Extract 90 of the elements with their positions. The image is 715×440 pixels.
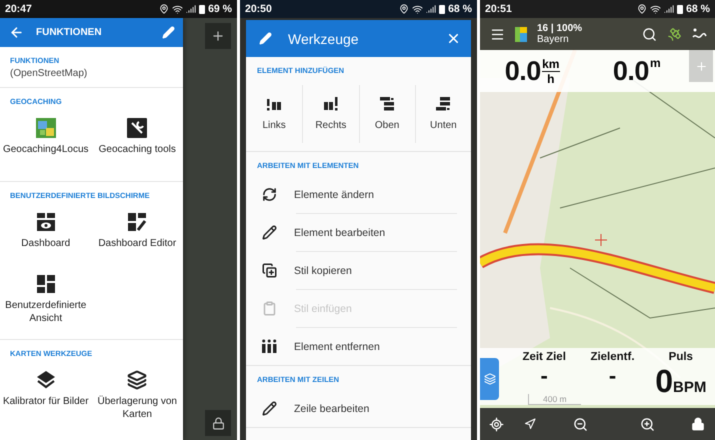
zoom-out-icon[interactable] (573, 416, 588, 432)
copy-icon (262, 263, 277, 278)
refresh-icon (262, 187, 277, 202)
add-element-button[interactable]: Links (246, 85, 302, 143)
lock-icon (212, 416, 224, 430)
battery-icon (677, 4, 684, 14)
lock-button[interactable] (205, 410, 231, 436)
add-element-button[interactable]: Oben (358, 85, 415, 143)
menu-item[interactable]: Element entfernen (246, 328, 471, 365)
pencil-icon (262, 225, 277, 240)
edit-icon[interactable] (162, 26, 175, 39)
altitude-unit: m (650, 56, 661, 70)
speed-unit-top: km (542, 58, 560, 70)
add-element-button[interactable]: Rechts (302, 85, 358, 143)
app-bar-title: FUNKTIONEN (36, 27, 103, 38)
status-time: 20:47 (5, 3, 32, 15)
dashboard-value: 0 (655, 364, 674, 400)
function-item[interactable]: Dashboard (0, 208, 92, 270)
battery-icon (439, 4, 446, 14)
plus-icon (694, 60, 708, 72)
zoom-info: 16 | 100% (537, 22, 584, 34)
menu-item[interactable]: Elemente ändern (246, 176, 471, 213)
add-element-button[interactable]: Unten (414, 85, 471, 143)
right-bar-icon (324, 97, 338, 111)
location-icon (637, 4, 648, 14)
plus-button[interactable] (205, 23, 231, 49)
menu-icon[interactable] (490, 26, 505, 42)
battery-percent: 68 % (686, 3, 710, 15)
map-app-icon (36, 118, 56, 138)
menu-item[interactable]: Stil kopieren (246, 252, 471, 289)
wifi-icon (172, 4, 184, 14)
signal-icon (186, 4, 196, 14)
dashboard-icon (36, 212, 56, 232)
dialog-title: Werkzeuge (288, 30, 360, 46)
bottom-bar-icon (436, 97, 450, 111)
speed-unit-bottom: h (547, 72, 554, 84)
signal-icon (664, 4, 674, 14)
plus-icon (211, 29, 225, 43)
layers-button[interactable] (480, 358, 499, 400)
speed-value: 0.0 (504, 56, 541, 86)
function-item[interactable]: Kalibrator für Bilder (0, 366, 92, 428)
battery-percent: 69 % (208, 3, 232, 15)
gps-icon[interactable] (489, 416, 504, 432)
section-text: (OpenStreetMap) (9, 67, 88, 79)
wrench-icon (127, 118, 148, 138)
satellite-icon[interactable] (667, 26, 682, 42)
layers-icon (36, 370, 56, 390)
function-item[interactable]: Dashboard Editor (92, 208, 183, 270)
location-icon (399, 4, 410, 14)
status-time: 20:50 (245, 3, 272, 15)
wifi-icon (650, 4, 662, 14)
function-item[interactable]: Überlagerung von Karten (92, 366, 183, 428)
top-bar-icon (380, 97, 394, 111)
dashboard-label: Zielentf. (590, 351, 635, 363)
bars-icon (262, 339, 277, 354)
dashboard-label: Zeit Ziel (522, 351, 566, 363)
lock-icon[interactable] (691, 417, 706, 431)
dashboard-unit: BPM (673, 379, 706, 396)
app-logo-icon (515, 26, 527, 42)
function-item[interactable]: Benutzerdefinierte Ansicht (0, 270, 92, 332)
clipboard-icon (262, 301, 277, 316)
battery-percent: 68 % (448, 3, 472, 15)
back-icon[interactable] (9, 25, 24, 40)
search-icon[interactable] (642, 26, 657, 42)
map-scale: 400 m (528, 394, 581, 405)
wifi-icon (412, 4, 424, 14)
dashboard-value: - (540, 364, 548, 388)
dashboard-value: - (608, 364, 616, 388)
region-name: Bayern (537, 34, 570, 46)
location-icon (159, 4, 170, 14)
pencil-icon (259, 32, 272, 45)
navigation-arrow-icon[interactable] (524, 418, 536, 430)
pencil-icon (262, 401, 277, 416)
signal-icon (426, 4, 436, 14)
battery-icon (199, 4, 206, 14)
layers-icon (484, 373, 496, 385)
menu-item[interactable]: Element bearbeiten (246, 214, 471, 251)
zoom-in-icon[interactable] (640, 416, 656, 432)
dashboard-label: Puls (668, 351, 693, 363)
layers-icon (127, 370, 148, 390)
altitude-value: 0.0 (612, 56, 649, 86)
grid-layout-icon (36, 274, 56, 294)
menu-item[interactable]: Zeile bearbeiten (246, 390, 471, 427)
dashboard-edit-icon (127, 212, 148, 232)
status-time: 20:51 (485, 3, 512, 15)
function-item[interactable]: Geocaching tools (92, 114, 183, 176)
function-item[interactable]: Geocaching4Locus (0, 114, 92, 176)
close-icon[interactable] (446, 31, 461, 46)
wave-icon[interactable] (692, 28, 707, 40)
left-bar-icon (267, 97, 282, 111)
